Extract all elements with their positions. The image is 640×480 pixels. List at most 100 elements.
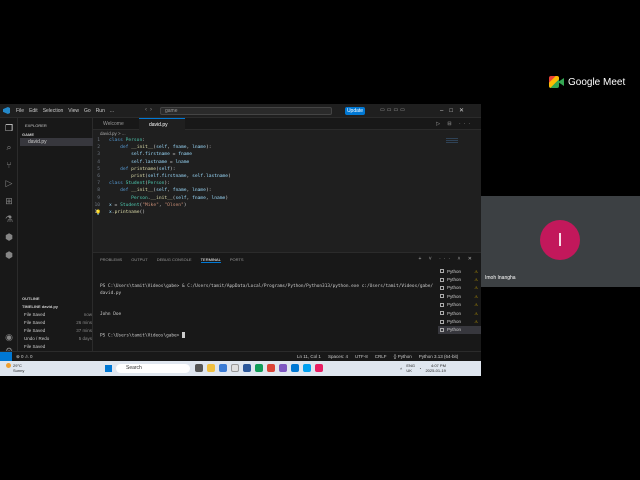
remote-explorer-icon[interactable]: ⬢ — [4, 232, 14, 242]
code-line: 4 self. lastname = lname — [97, 159, 190, 165]
layout-toggle-icons[interactable]: ▭▭▭▭ — [380, 107, 407, 113]
outline-section[interactable]: OUTLINE — [22, 296, 40, 301]
file-david-py[interactable]: david.py — [20, 138, 93, 146]
tab-david-py[interactable]: david.py — [139, 118, 185, 130]
line-ending[interactable]: CRLF — [375, 354, 387, 359]
terminal-instance[interactable]: Python ⚠ — [438, 317, 481, 325]
timeline-item[interactable]: File Saved — [24, 344, 92, 349]
language-indicator[interactable]: ENG UK — [406, 363, 415, 373]
app-icon[interactable] — [303, 364, 311, 372]
tab-welcome[interactable]: Welcome — [93, 118, 139, 130]
terminal-instance[interactable]: Python ⚠ — [438, 301, 481, 309]
indentation[interactable]: Spaces: 4 — [328, 354, 348, 359]
terminal-instance[interactable]: Python ⚠ — [438, 275, 481, 283]
tab-terminal[interactable]: TERMINAL — [200, 257, 221, 263]
terminal-instance[interactable]: Python ⚠ — [438, 292, 481, 300]
code-line: 5 def printname(self): — [97, 166, 176, 172]
chrome-icon[interactable] — [267, 364, 275, 372]
terminal-icon — [440, 285, 444, 290]
participant-tile[interactable]: I Imoh Inangha — [481, 196, 640, 287]
code-line: 9 Person. __init__(self, fname, lname) — [97, 195, 229, 201]
tab-ports[interactable]: PORTS — [230, 257, 244, 263]
file-explorer-icon[interactable] — [207, 364, 215, 372]
app-icon[interactable] — [255, 364, 263, 372]
warning-icon: ⚠ — [474, 310, 478, 316]
problems-count[interactable]: ⊗ 0 ⚠ 0 — [16, 354, 33, 360]
terminal-instance[interactable]: Python ⚠ — [438, 284, 481, 292]
task-view-icon[interactable] — [195, 364, 203, 372]
edge-icon[interactable] — [219, 364, 227, 372]
folder-game[interactable]: GAME — [22, 132, 34, 137]
extension-icon[interactable]: ⬢ — [4, 250, 14, 260]
explorer-title: EXPLORER — [25, 123, 47, 128]
terminal-icon — [440, 269, 444, 274]
testing-icon[interactable]: ⚗ — [4, 214, 14, 224]
start-button[interactable] — [105, 365, 112, 372]
vscode-taskbar-icon[interactable] — [291, 364, 299, 372]
tab-debug-console[interactable]: DEBUG CONSOLE — [157, 257, 192, 263]
terminal-icon — [440, 277, 444, 282]
timeline-item[interactable]: File Saved now — [24, 312, 92, 317]
code-line: 11 x. printname() — [94, 209, 146, 215]
terminal-icon — [440, 294, 444, 299]
app-icon[interactable] — [279, 364, 287, 372]
terminal-instance[interactable]: Python ⚠ — [438, 267, 481, 275]
menu-selection[interactable]: Selection — [43, 108, 64, 114]
windows-taskbar: 29°C Sunny Search ˄ ENG UK ◔ 4:07 PM 2025-… — [0, 361, 481, 376]
cursor-position[interactable]: Ln 11, Col 1 — [297, 354, 321, 359]
menu-run[interactable]: Run — [96, 108, 105, 114]
timeline-section[interactable]: TIMELINE david.py — [22, 304, 58, 309]
explorer-icon[interactable]: ❐ — [4, 123, 14, 133]
tab-problems[interactable]: PROBLEMS — [100, 257, 122, 263]
minimap[interactable] — [446, 138, 458, 144]
terminal-instance-active[interactable]: Python — [438, 325, 481, 335]
meet-camera-icon — [549, 76, 564, 88]
menu-file[interactable]: File — [16, 108, 24, 114]
source-control-icon[interactable]: ⑂ — [4, 160, 14, 170]
hp-icon[interactable] — [231, 364, 239, 372]
lightbulb-icon[interactable]: 💡 — [95, 210, 101, 216]
timeline-item[interactable]: File Saved 26 mins — [24, 320, 92, 325]
word-icon[interactable] — [243, 364, 251, 372]
panel-actions[interactable]: + ˅ ··· ˄ ✕ — [418, 256, 475, 262]
clock[interactable]: 4:07 PM 2025-01-19 — [425, 363, 445, 373]
title-bar: File Edit Selection View Go Run ... ‹› g… — [0, 104, 481, 118]
taskbar-search[interactable]: Search — [116, 364, 190, 373]
code-line: 3 self. firstname = fname — [97, 152, 193, 158]
menu-go[interactable]: Go — [84, 108, 91, 114]
nav-arrows-icon[interactable]: ‹› — [145, 107, 155, 113]
tray-chevron-icon[interactable]: ˄ — [400, 366, 402, 371]
network-icon[interactable]: ◔ — [419, 366, 421, 371]
timeline-item[interactable]: File Saved 37 mins — [24, 328, 92, 333]
explorer-sidebar: EXPLORER GAME david.py OUTLINE TIMELINE … — [18, 118, 93, 362]
extensions-icon[interactable]: ⊞ — [4, 196, 14, 206]
run-debug-icon[interactable]: ▷ — [4, 178, 14, 188]
update-button[interactable]: Update — [345, 107, 365, 115]
warning-icon: ⚠ — [474, 277, 478, 283]
menu-edit[interactable]: Edit — [29, 108, 38, 114]
terminal-output[interactable]: PS C:\Users\tamit\Videos\gabe> & C:/User… — [100, 269, 435, 354]
warning-icon: ⚠ — [474, 293, 478, 299]
terminal-instance[interactable]: Python ⚠ — [438, 309, 481, 317]
weather-widget[interactable]: 29°C Sunny — [6, 363, 24, 373]
command-center-search[interactable]: game — [160, 107, 332, 115]
terminal-cursor — [181, 332, 185, 338]
python-interpreter[interactable]: Python 3.13 (64-bit) — [419, 354, 459, 359]
search-icon[interactable]: ⌕ — [4, 142, 14, 152]
breadcrumb[interactable]: david.py > ... — [100, 131, 126, 136]
menu-more[interactable]: ... — [110, 108, 114, 114]
timeline-item[interactable]: Undo / Redo 5 days — [24, 336, 92, 341]
account-icon[interactable]: ◉ — [4, 332, 14, 342]
encoding[interactable]: UTF-8 — [355, 354, 368, 359]
editor-actions[interactable]: ▷ ⊟ ··· — [436, 121, 473, 127]
menu-view[interactable]: View — [68, 108, 79, 114]
vscode-logo-icon — [3, 107, 10, 114]
warning-icon: ⚠ — [474, 319, 478, 325]
terminal-icon — [440, 311, 444, 316]
avatar: I — [540, 220, 580, 260]
language-mode[interactable]: {} Python — [393, 354, 411, 359]
window-controls[interactable]: –□✕ — [440, 107, 470, 114]
code-editor[interactable]: 1 class Person: 2 def __init__(self, fnam… — [93, 138, 433, 217]
app-icon[interactable] — [315, 364, 323, 372]
tab-output[interactable]: OUTPUT — [131, 257, 147, 263]
